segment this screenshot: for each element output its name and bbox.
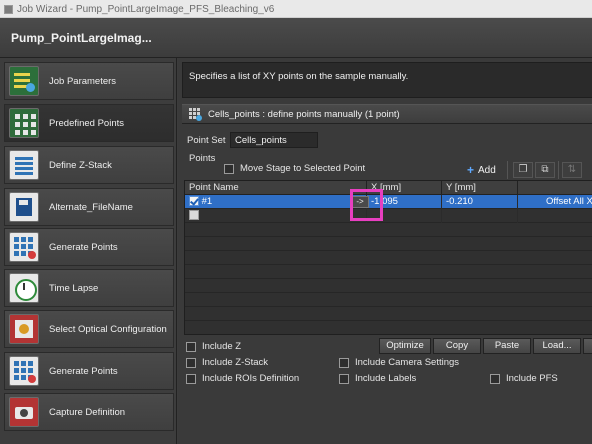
include-camera-option[interactable]: Include Camera Settings bbox=[339, 357, 459, 368]
job-title: Pump_PointLargeImag... bbox=[11, 31, 152, 45]
include-labels-option[interactable]: Include Labels bbox=[339, 373, 416, 384]
table-row-empty bbox=[185, 223, 592, 237]
window-title: Job Wizard - Pump_PointLargeImage_PFS_Bl… bbox=[17, 3, 275, 15]
include-rois-option[interactable]: Include ROIs Definition bbox=[186, 373, 299, 384]
point-name-cell: #1 bbox=[185, 195, 367, 209]
wizard-sidebar: Job Parameters Predefined Points Define … bbox=[0, 58, 177, 444]
load-button[interactable]: Load... bbox=[533, 338, 581, 354]
point-set-input[interactable] bbox=[230, 132, 318, 148]
copy-icon[interactable]: ⧉ bbox=[535, 162, 555, 178]
point-name-cell bbox=[185, 209, 367, 223]
include-zstack-option[interactable]: Include Z-Stack bbox=[186, 357, 268, 368]
capture-icon bbox=[9, 397, 39, 427]
duplicate-icon[interactable]: ❐ bbox=[513, 162, 533, 178]
paste-button[interactable]: Paste bbox=[483, 338, 531, 354]
predefined-points-icon bbox=[9, 108, 39, 138]
column-header-extra bbox=[518, 181, 592, 195]
y-cell bbox=[442, 209, 518, 223]
point-set-label: Point Set bbox=[187, 135, 226, 146]
include-pfs-checkbox[interactable] bbox=[490, 373, 500, 384]
section-title: Cells_points : define points manually (1… bbox=[208, 108, 400, 120]
toolbar-separator bbox=[507, 161, 508, 179]
include-rois-checkbox[interactable] bbox=[186, 373, 196, 384]
section-header: Cells_points : define points manually (1… bbox=[182, 104, 592, 124]
generate-points-icon bbox=[9, 356, 39, 386]
column-header-point-name[interactable]: Point Name bbox=[185, 181, 367, 195]
table-row[interactable]: #1 -> -1.095 -0.210 Offset All X bbox=[185, 195, 592, 209]
step-description: Specifies a list of XY points on the sam… bbox=[182, 62, 592, 98]
job-parameters-icon bbox=[9, 66, 39, 96]
time-lapse-icon bbox=[9, 273, 39, 303]
optimize-button[interactable]: Optimize bbox=[379, 338, 431, 354]
sidebar-item-label: Generate Points bbox=[49, 241, 118, 253]
generate-points-icon bbox=[9, 232, 39, 262]
offset-all-x-button[interactable]: Offset All X bbox=[518, 195, 592, 209]
include-pfs-option[interactable]: Include PFS bbox=[490, 373, 558, 384]
optical-config-icon bbox=[9, 314, 39, 344]
sidebar-item-optical-configuration[interactable]: Select Optical Configuration bbox=[4, 310, 174, 348]
sidebar-item-generate-points[interactable]: Generate Points bbox=[4, 228, 174, 266]
point-enabled-checkbox[interactable] bbox=[189, 210, 199, 221]
move-stage-label: Move Stage to Selected Point bbox=[240, 163, 366, 174]
sidebar-item-time-lapse[interactable]: Time Lapse bbox=[4, 269, 174, 307]
sidebar-item-job-parameters[interactable]: Job Parameters bbox=[4, 62, 174, 100]
highlight-annotation bbox=[350, 189, 383, 221]
include-camera-label: Include Camera Settings bbox=[355, 357, 460, 368]
include-camera-checkbox[interactable] bbox=[339, 357, 349, 368]
add-label: Add bbox=[478, 164, 496, 176]
include-rois-label: Include ROIs Definition bbox=[202, 373, 300, 384]
sidebar-item-label: Generate Points bbox=[49, 365, 118, 377]
table-row-empty bbox=[185, 237, 592, 251]
point-enabled-checkbox[interactable] bbox=[189, 196, 199, 207]
include-z-checkbox[interactable] bbox=[186, 341, 196, 352]
include-labels-checkbox[interactable] bbox=[339, 373, 349, 384]
y-cell[interactable]: -0.210 bbox=[442, 195, 518, 209]
sidebar-item-label: Job Parameters bbox=[49, 75, 117, 87]
point-set-icon bbox=[188, 107, 202, 121]
sidebar-item-label: Alternate_FileName bbox=[49, 201, 133, 213]
table-row-empty bbox=[185, 251, 592, 265]
table-row-empty[interactable] bbox=[185, 209, 592, 223]
include-pfs-label: Include PFS bbox=[506, 373, 558, 384]
table-header: Point Name X [mm] Y [mm] bbox=[185, 181, 592, 195]
z-stack-icon bbox=[9, 150, 39, 180]
column-header-y[interactable]: Y [mm] bbox=[442, 181, 518, 195]
copy-button[interactable]: Copy bbox=[433, 338, 481, 354]
points-label: Points bbox=[189, 153, 216, 164]
table-row-empty bbox=[185, 307, 592, 321]
main-panel: Specifies a list of XY points on the sam… bbox=[178, 58, 592, 444]
plus-icon: + bbox=[467, 163, 475, 177]
sidebar-item-alternate-filename[interactable]: Alternate_FileName bbox=[4, 188, 174, 226]
include-zstack-checkbox[interactable] bbox=[186, 357, 196, 368]
point-name: #1 bbox=[201, 196, 213, 207]
points-table: Point Name X [mm] Y [mm] #1 -> -1.095 -0… bbox=[184, 180, 592, 335]
include-labels-label: Include Labels bbox=[355, 373, 417, 384]
window-titlebar: Job Wizard - Pump_PointLargeImage_PFS_Bl… bbox=[0, 0, 592, 18]
sidebar-item-label: Capture Definition bbox=[49, 406, 126, 418]
move-stage-option[interactable]: Move Stage to Selected Point bbox=[224, 163, 365, 174]
save-button-partial[interactable] bbox=[583, 338, 592, 354]
sidebar-item-label: Select Optical Configuration bbox=[49, 323, 167, 335]
move-stage-checkbox[interactable] bbox=[224, 163, 234, 174]
sidebar-item-predefined-points[interactable]: Predefined Points bbox=[4, 104, 174, 142]
add-point-button[interactable]: + Add bbox=[467, 163, 496, 177]
include-zstack-label: Include Z-Stack bbox=[202, 357, 268, 368]
wizard-header: Pump_PointLargeImag... bbox=[0, 18, 592, 58]
move-up-down-icon[interactable]: ⇅ bbox=[562, 162, 582, 178]
table-row-empty bbox=[185, 279, 592, 293]
sidebar-item-define-z-stack[interactable]: Define Z-Stack bbox=[4, 146, 174, 184]
include-z-label: Include Z bbox=[202, 341, 242, 352]
sidebar-item-capture-definition[interactable]: Capture Definition bbox=[4, 393, 174, 431]
toolbar-separator bbox=[558, 161, 559, 179]
sidebar-item-label: Predefined Points bbox=[49, 117, 124, 129]
sidebar-item-label: Time Lapse bbox=[49, 282, 99, 294]
app-icon bbox=[4, 4, 13, 14]
sidebar-item-label: Define Z-Stack bbox=[49, 159, 112, 171]
table-row-empty bbox=[185, 293, 592, 307]
sidebar-item-generate-points-2[interactable]: Generate Points bbox=[4, 352, 174, 390]
include-z-option[interactable]: Include Z bbox=[186, 341, 241, 352]
table-row-empty bbox=[185, 265, 592, 279]
file-name-icon bbox=[9, 192, 39, 222]
